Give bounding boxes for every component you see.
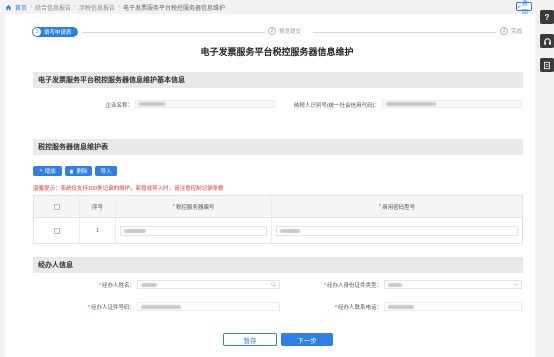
header-select-cell	[34, 196, 80, 217]
search-icon[interactable]	[271, 282, 276, 287]
document-button[interactable]	[540, 58, 554, 72]
server-table: 序号 * 税控服务器编号 * 商用密码型号 1	[33, 195, 523, 244]
step-1: 1 填写申请表	[32, 27, 78, 37]
breadcrumb-current: 电子发票服务平台税控服务器信息维护	[123, 5, 226, 12]
required-mark: *	[87, 305, 90, 311]
agent-info-header: 经办人信息	[33, 257, 523, 273]
step-1-number: 1	[33, 28, 41, 36]
redacted-text	[141, 282, 157, 287]
row-checkbox[interactable]	[53, 227, 60, 234]
chevron-down-icon	[513, 283, 518, 286]
redacted-text	[141, 304, 181, 309]
agent-phone-label-text: 经办人联系电话：	[337, 305, 382, 311]
add-button[interactable]: + 增加	[33, 166, 62, 176]
import-button-label: 导入	[100, 169, 112, 175]
company-name-value	[135, 100, 275, 108]
row-server-number-cell	[116, 218, 272, 243]
required-mark: *	[98, 283, 101, 289]
server-number-input[interactable]	[120, 225, 267, 236]
crypto-model-input[interactable]	[276, 225, 518, 236]
step-3: 3 完成	[500, 27, 522, 35]
document-icon	[544, 61, 550, 69]
required-mark: *	[334, 305, 337, 311]
redacted-text	[386, 102, 436, 106]
breadcrumb-separator: ›	[30, 4, 33, 10]
agent-phone-field[interactable]	[384, 302, 522, 311]
breadcrumb-separator: ›	[118, 4, 121, 10]
breadcrumb-item-report[interactable]: 综合信息报告	[35, 3, 71, 12]
next-step-button[interactable]: 下一步	[281, 333, 333, 346]
table-row: 1	[34, 218, 522, 243]
back-button[interactable]: 返回	[516, 1, 532, 16]
back-arrow-icon	[517, 5, 521, 8]
step-3-label: 完成	[511, 29, 523, 35]
agent-id-type-label-text: 经办人身份证件类型：	[326, 283, 382, 289]
agent-id-type-label: *经办人身份证件类型：	[290, 281, 382, 289]
step-connector	[82, 32, 265, 33]
page-title: 电子发票服务平台税控服务器信息维护	[200, 47, 354, 57]
progress-steps: 1 填写申请表 2 预览提交 3 完成	[30, 26, 530, 38]
question-icon: ?	[544, 12, 550, 22]
redacted-text	[139, 102, 165, 106]
basic-info-header: 电子发票服务平台税控服务器信息维护基本信息	[33, 72, 523, 88]
select-all-checkbox[interactable]	[53, 203, 60, 210]
breadcrumb-home[interactable]: 首页	[15, 3, 27, 12]
taxpayer-id-label: 纳税人识别号(统一社会信用代码)：	[293, 103, 380, 109]
agent-id-number-label: *经办人证件号码：	[60, 303, 135, 311]
agent-id-number-field[interactable]	[137, 302, 280, 311]
step-3-number: 3	[500, 27, 508, 35]
agent-phone-label: *经办人联系电话：	[290, 303, 382, 311]
breadcrumb-separator: ›	[74, 4, 77, 10]
step-2: 2 预览提交	[268, 27, 301, 35]
add-button-label: 增加	[44, 169, 56, 175]
step-1-label: 填写申请表	[44, 30, 72, 36]
server-table-header: 税控服务器信息维护表	[33, 139, 523, 155]
breadcrumb: 首页 › 综合信息报告 › 涉税信息报告 › 电子发票服务平台税控服务器信息维护	[5, 2, 225, 12]
breadcrumb-item-tax-report[interactable]: 涉税信息报告	[79, 3, 115, 12]
home-icon[interactable]	[5, 4, 12, 11]
agent-id-type-select[interactable]	[384, 280, 522, 289]
capacity-notice: 温馨提示：系统仅支持100条记录的维护，新增或导入时，请注意控制记录条数	[33, 186, 224, 192]
agent-id-number-label-text: 经办人证件号码：	[90, 305, 135, 311]
redacted-text	[388, 282, 402, 287]
save-draft-button[interactable]: 暂存	[223, 333, 277, 346]
header-crypto-model-label: 商用密码型号	[382, 204, 416, 211]
required-mark: *	[323, 283, 326, 289]
step-connector	[313, 32, 496, 33]
redacted-text	[124, 228, 146, 233]
row-index: 1	[80, 218, 116, 243]
agent-name-input[interactable]	[137, 280, 280, 289]
import-button[interactable]: 导入	[95, 166, 117, 176]
trash-icon	[70, 169, 74, 173]
table-header-row: 序号 * 税控服务器编号 * 商用密码型号	[34, 196, 522, 218]
header-server-number: * 税控服务器编号	[116, 196, 272, 217]
header-crypto-model: * 商用密码型号	[272, 196, 522, 217]
step-2-label: 预览提交	[279, 29, 302, 35]
delete-button-label: 删除	[76, 169, 88, 175]
delete-button[interactable]: 删除	[65, 166, 92, 176]
agent-name-label: *经办人姓名：	[60, 281, 135, 289]
required-mark: *	[378, 203, 382, 210]
header-server-number-label: 税控服务器编号	[175, 204, 215, 211]
step-2-number: 2	[268, 27, 276, 35]
company-name-label: 企业名称：	[105, 103, 133, 109]
agent-name-label-text: 经办人姓名：	[101, 283, 135, 289]
required-mark: *	[172, 203, 175, 210]
redacted-text	[280, 228, 300, 233]
redacted-text	[388, 304, 414, 309]
plus-icon: +	[39, 168, 43, 174]
row-select-cell	[34, 218, 80, 243]
row-crypto-model-cell	[272, 218, 522, 243]
help-button[interactable]: ?	[540, 10, 554, 24]
taxpayer-id-value	[382, 100, 522, 108]
header-index: 序号	[80, 196, 116, 217]
